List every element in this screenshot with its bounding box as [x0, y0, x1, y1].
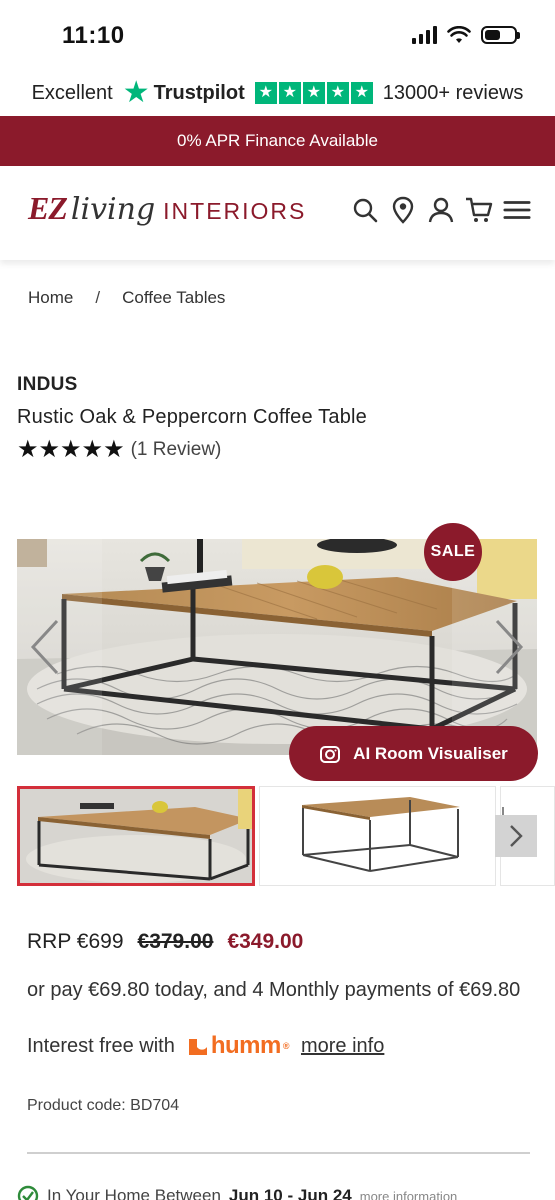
- menu-icon[interactable]: [503, 194, 531, 226]
- status-icons: [412, 26, 520, 44]
- sale-badge: SALE: [424, 523, 482, 581]
- rating-stars: ★★★★★: [17, 436, 125, 463]
- breadcrumb-separator: /: [95, 288, 101, 307]
- battery-icon: [481, 26, 520, 44]
- header-icons: [351, 194, 531, 226]
- logo-ez: EZ: [28, 190, 68, 226]
- price-row: RRP €699 €379.00 €349.00: [27, 930, 303, 954]
- interest-free-text: Interest free with: [27, 1034, 175, 1057]
- wifi-icon: [447, 26, 471, 43]
- breadcrumb-home[interactable]: Home: [28, 288, 73, 308]
- trustpilot-star-icon: ★: [122, 76, 150, 109]
- sale-price: €349.00: [227, 930, 304, 953]
- divider: [27, 1152, 530, 1154]
- rating-row[interactable]: ★★★★★ (1 Review): [17, 438, 221, 462]
- thumbnail-strip: [17, 786, 555, 886]
- delivery-icon: [17, 1185, 39, 1200]
- star-icon: ★: [302, 82, 325, 104]
- humm-row: Interest free with humm ® more info: [27, 1032, 384, 1060]
- site-header: EZ living INTERIORS: [0, 166, 555, 260]
- delivery-label: In Your Home Between: [47, 1186, 221, 1200]
- humm-logo: humm ®: [187, 1032, 289, 1060]
- installment-text: or pay €69.80 today, and 4 Monthly payme…: [27, 979, 521, 1001]
- rrp-price: RRP €699: [27, 930, 124, 953]
- chevron-right-icon: [510, 825, 523, 847]
- product-brand: INDUS: [17, 374, 78, 395]
- trustpilot-bar[interactable]: Excellent ★ Trustpilot ★ ★ ★ ★ ★ 13000+ …: [0, 70, 555, 116]
- thumbnail-1[interactable]: [17, 786, 255, 886]
- star-icon: ★: [278, 82, 301, 104]
- signal-icon: [412, 26, 437, 44]
- camera-icon: [320, 745, 341, 763]
- search-icon[interactable]: [351, 194, 379, 226]
- breadcrumb-current[interactable]: Coffee Tables: [122, 288, 225, 308]
- humm-brand: humm: [210, 1032, 282, 1059]
- site-logo[interactable]: EZ living INTERIORS: [28, 190, 306, 227]
- location-pin-icon[interactable]: [389, 194, 417, 226]
- logo-interiors: INTERIORS: [163, 198, 307, 224]
- product-title: Rustic Oak & Peppercorn Coffee Table: [17, 406, 367, 428]
- trustpilot-logo: ★ Trustpilot: [123, 78, 245, 108]
- ai-button-label: AI Room Visualiser: [353, 743, 508, 763]
- ai-room-visualiser-button[interactable]: AI Room Visualiser: [289, 726, 538, 781]
- thumbnail-next-button[interactable]: [495, 815, 537, 857]
- cart-icon[interactable]: [465, 194, 493, 226]
- more-info-link[interactable]: more info: [301, 1035, 384, 1058]
- status-bar: 11:10: [0, 0, 555, 70]
- old-price: €379.00: [137, 930, 214, 953]
- logo-living: living: [70, 192, 156, 227]
- delivery-range: Jun 10 - Jun 24: [228, 1186, 352, 1200]
- status-time: 11:10: [62, 22, 125, 49]
- humm-icon: [188, 1039, 207, 1055]
- star-icon: ★: [254, 82, 277, 104]
- promo-banner[interactable]: 0% APR Finance Available: [0, 116, 555, 166]
- trustpilot-stars: ★ ★ ★ ★ ★: [254, 82, 373, 104]
- trustpilot-brand: Trustpilot: [153, 81, 245, 104]
- delivery-more-link[interactable]: more information: [360, 1189, 458, 1200]
- product-code: Product code: BD704: [27, 1097, 180, 1114]
- trustpilot-rating-text: Excellent: [31, 81, 113, 104]
- account-icon[interactable]: [427, 194, 455, 226]
- delivery-row: In Your Home Between Jun 10 - Jun 24 mor…: [17, 1185, 457, 1200]
- breadcrumb: Home / Coffee Tables: [28, 288, 225, 308]
- trustpilot-reviews: 13000+ reviews: [382, 81, 524, 104]
- star-icon: ★: [350, 82, 373, 104]
- star-icon: ★: [326, 82, 349, 104]
- review-count[interactable]: (1 Review): [131, 439, 222, 461]
- thumbnail-2[interactable]: [259, 786, 496, 886]
